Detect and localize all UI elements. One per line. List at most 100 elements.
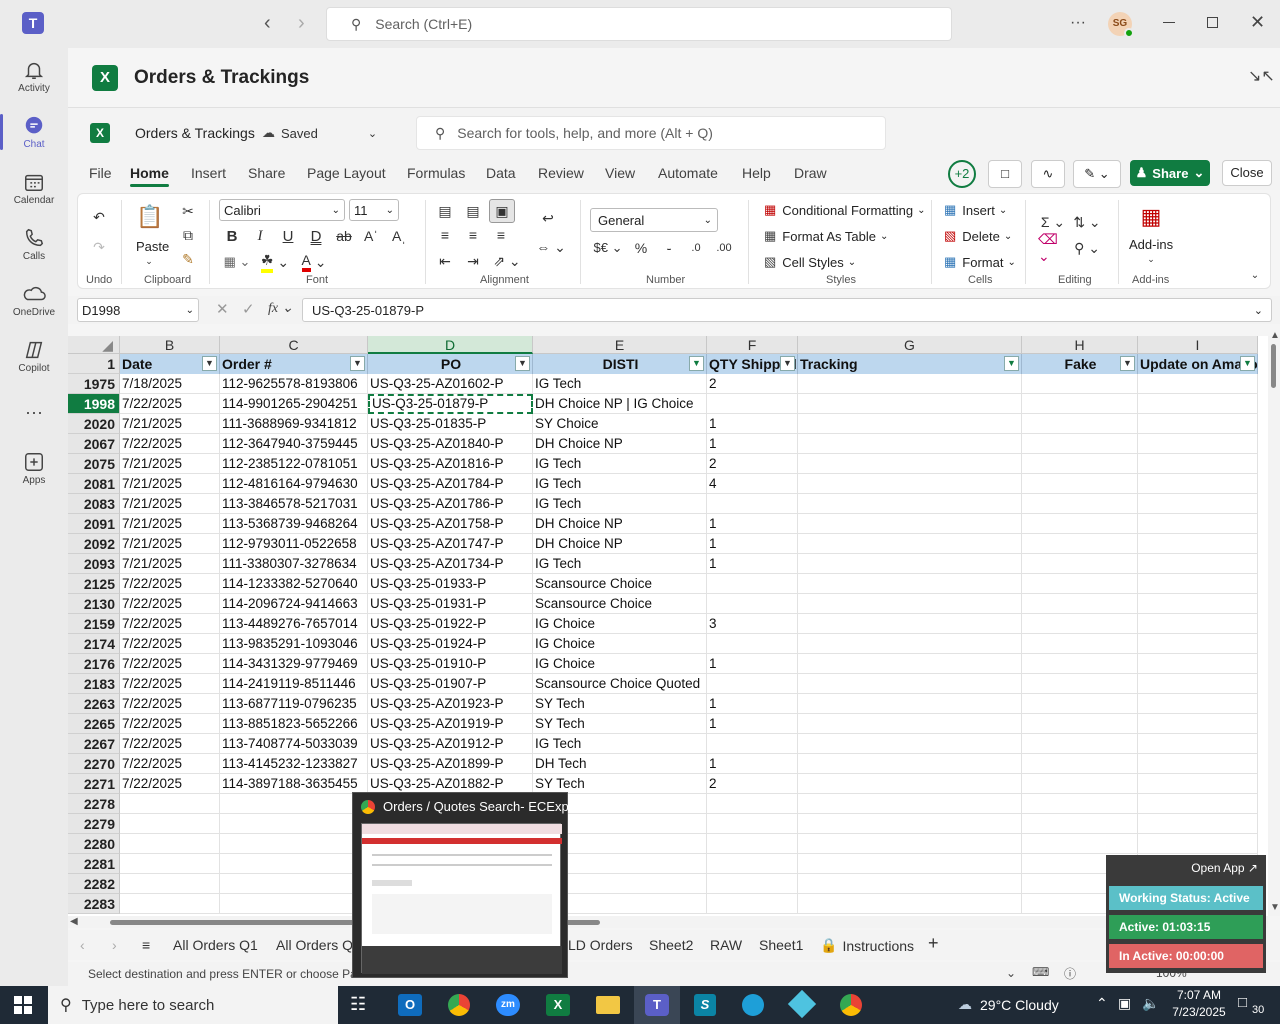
row-header[interactable]: 2183 <box>68 674 120 694</box>
cell-date[interactable]: 7/22/2025 <box>120 734 220 754</box>
cell-date[interactable]: 7/22/2025 <box>120 674 220 694</box>
cell-date[interactable]: 7/21/2025 <box>120 514 220 534</box>
cell-date[interactable]: 7/21/2025 <box>120 494 220 514</box>
cell-empty[interactable] <box>1138 734 1258 754</box>
column-header-d[interactable]: D <box>368 336 533 354</box>
rail-item-chat[interactable]: Chat <box>0 104 68 160</box>
cell-po[interactable]: US-Q3-25-01910-P <box>368 654 533 674</box>
cell-empty[interactable] <box>220 834 368 854</box>
format-cells-button[interactable]: ▦ Format ⌄ <box>944 254 1016 270</box>
cell-qty[interactable] <box>707 734 798 754</box>
cell-empty[interactable] <box>707 854 798 874</box>
cell-po[interactable]: US-Q3-25-AZ01912-P <box>368 734 533 754</box>
cell-empty[interactable] <box>707 794 798 814</box>
cell-po[interactable]: US-Q3-25-01922-P <box>368 614 533 634</box>
cell-date[interactable]: 7/22/2025 <box>120 634 220 654</box>
cell-empty[interactable] <box>1138 674 1258 694</box>
cell-order[interactable]: 113-5368739-9468264 <box>220 514 368 534</box>
sheet-tab-instructions[interactable]: 🔒 Instructions <box>820 937 914 954</box>
maximize-icon[interactable] <box>1207 17 1218 28</box>
cell-empty[interactable] <box>1022 734 1138 754</box>
align-left-icon[interactable]: ≡ <box>436 226 454 244</box>
sheet-tab[interactable]: RAW <box>710 937 742 953</box>
align-middle-icon[interactable]: ▤ <box>464 202 482 220</box>
cell-disti[interactable]: DH Choice NP <box>533 514 707 534</box>
superscript-icon[interactable]: Aˈ <box>362 226 380 246</box>
format-as-table-button[interactable]: ▦ Format As Table ⌄ <box>764 228 888 244</box>
double-underline-icon[interactable]: D <box>307 226 325 246</box>
cell-empty[interactable] <box>707 814 798 834</box>
row-header[interactable]: 2092 <box>68 534 120 554</box>
row-header[interactable]: 2263 <box>68 694 120 714</box>
file-explorer-icon[interactable] <box>596 996 620 1014</box>
cell-empty[interactable] <box>707 874 798 894</box>
cell-empty[interactable] <box>798 854 1022 874</box>
cell-order[interactable]: 114-3897188-3635455 <box>220 774 368 794</box>
sheet-next-icon[interactable]: › <box>112 937 117 953</box>
tab-data[interactable]: Data <box>486 165 516 181</box>
cell-empty[interactable] <box>1022 814 1138 834</box>
font-size-select[interactable]: 11 ⌄ <box>349 199 399 221</box>
cell-empty[interactable] <box>220 854 368 874</box>
cell-order[interactable]: 112-3647940-3759445 <box>220 434 368 454</box>
cell-disti[interactable]: IG Tech <box>533 454 707 474</box>
cell-qty[interactable]: 1 <box>707 714 798 734</box>
tab-draw[interactable]: Draw <box>794 165 827 181</box>
chevron-down-icon[interactable]: ⌄ <box>1144 254 1158 264</box>
cell-empty[interactable] <box>798 894 1022 914</box>
cell-order[interactable]: 112-2385122-0781051 <box>220 454 368 474</box>
cell-qty[interactable] <box>707 594 798 614</box>
tab-share[interactable]: Share <box>248 165 285 181</box>
excel-search-input[interactable]: ⚲ Search for tools, help, and more (Alt … <box>416 116 886 150</box>
ribbon-expand-icon[interactable]: ⌄ <box>1248 268 1262 282</box>
cell-empty[interactable] <box>1022 374 1138 394</box>
cell-empty[interactable] <box>798 874 1022 894</box>
increase-decimal-icon[interactable]: .0 <box>686 238 706 258</box>
clock-date[interactable]: 7/23/2025 <box>1164 1005 1234 1019</box>
sheet-tab[interactable]: All Orders Q1 <box>173 937 258 953</box>
cell-empty[interactable] <box>1022 694 1138 714</box>
tab-file[interactable]: File <box>89 165 112 181</box>
cell-empty[interactable] <box>798 474 1022 494</box>
cell-disti[interactable]: Scansource Choice <box>533 594 707 614</box>
cell-empty[interactable] <box>1138 574 1258 594</box>
cell-po[interactable]: US-Q3-25-AZ01602-P <box>368 374 533 394</box>
autosum-icon[interactable]: Σ ⌄ <box>1038 212 1068 232</box>
cell-order[interactable]: 114-1233382-5270640 <box>220 574 368 594</box>
cell-empty[interactable] <box>1138 414 1258 434</box>
cell-order[interactable]: 112-9793011-0522658 <box>220 534 368 554</box>
italic-icon[interactable]: I <box>251 226 269 246</box>
network-icon[interactable]: ▣ <box>1118 995 1131 1012</box>
forward-arrow-icon[interactable]: › <box>298 12 305 35</box>
cell-disti[interactable]: DH Choice NP | IG Choice <box>533 394 707 414</box>
add-sheet-icon[interactable]: + <box>928 933 939 954</box>
cell-po[interactable]: US-Q3-25-01907-P <box>368 674 533 694</box>
close-window-icon[interactable]: ✕ <box>1250 12 1265 33</box>
cell-empty[interactable] <box>798 594 1022 614</box>
cell-order[interactable]: 113-9835291-1093046 <box>220 634 368 654</box>
cell-po[interactable]: US-Q3-25-AZ01747-P <box>368 534 533 554</box>
cell-empty[interactable] <box>1138 654 1258 674</box>
cell-qty[interactable] <box>707 634 798 654</box>
percent-icon[interactable]: % <box>632 238 650 258</box>
rail-item-activity[interactable]: Activity <box>0 48 68 104</box>
cell-order[interactable]: 113-8851823-5652266 <box>220 714 368 734</box>
align-right-icon[interactable]: ≡ <box>492 226 510 244</box>
cell-date[interactable]: 7/22/2025 <box>120 774 220 794</box>
row-header[interactable]: 2280 <box>68 834 120 854</box>
row-header[interactable]: 2125 <box>68 574 120 594</box>
wrap-text-icon[interactable]: ↩ <box>538 208 558 228</box>
avatar[interactable]: SG <box>1108 12 1134 38</box>
cell-empty[interactable] <box>120 894 220 914</box>
collaborators-count[interactable]: +2 <box>948 160 976 188</box>
cell-disti[interactable]: IG Choice <box>533 614 707 634</box>
cell-qty[interactable]: 1 <box>707 414 798 434</box>
cell-empty[interactable] <box>1022 454 1138 474</box>
cell-po[interactable]: US-Q3-25-01931-P <box>368 594 533 614</box>
cell-empty[interactable] <box>220 874 368 894</box>
tab-home[interactable]: Home <box>130 165 169 187</box>
header-cell-date[interactable]: Date ▼ <box>120 354 220 374</box>
cell-po[interactable]: US-Q3-25-AZ01734-P <box>368 554 533 574</box>
filter-active-icon[interactable]: ▼ <box>1240 356 1255 371</box>
cell-date[interactable]: 7/18/2025 <box>120 374 220 394</box>
